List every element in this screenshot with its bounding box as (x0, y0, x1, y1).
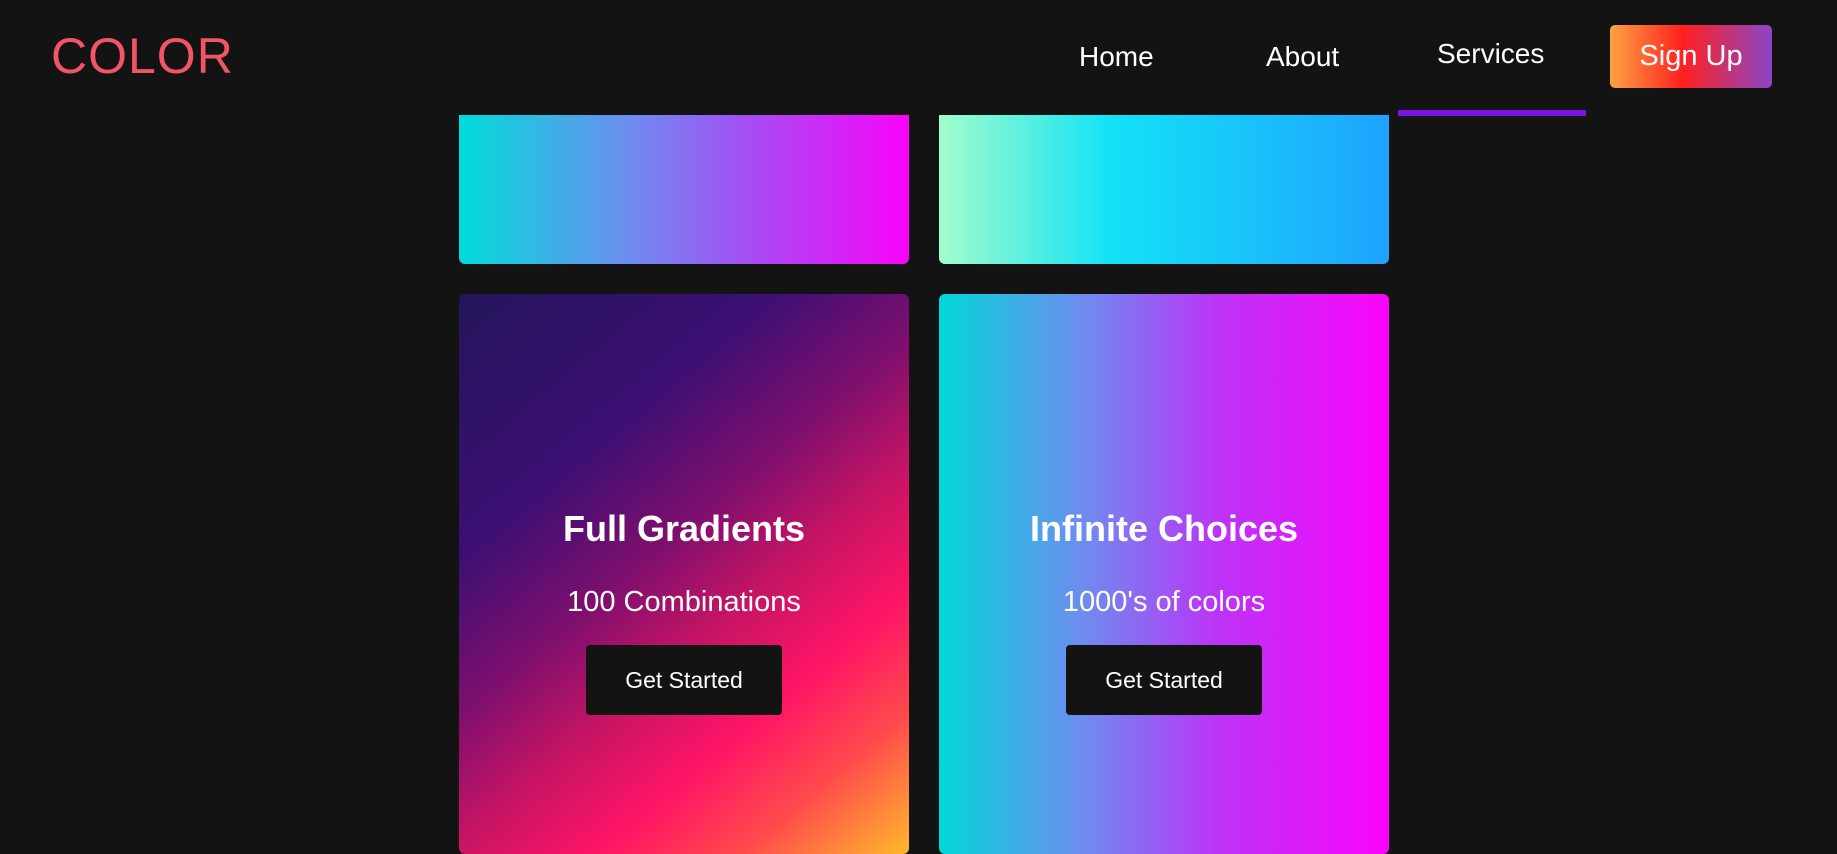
card-title: Full Gradients (562, 508, 806, 549)
card-subtitle: 1000's of colors (1062, 586, 1266, 618)
nav-link-home[interactable]: Home (1079, 40, 1154, 74)
navbar: COLOR Home About Services Sign Up (0, 0, 1837, 116)
active-nav-indicator (1398, 110, 1586, 116)
logo[interactable]: COLOR (51, 27, 234, 85)
get-started-button[interactable]: Get Started (586, 645, 782, 715)
card-infinite-choices: Infinite Choices 1000's of colors Get St… (939, 294, 1389, 854)
nav-link-services[interactable]: Services (1437, 37, 1544, 71)
card-full-gradients: Full Gradients 100 Combinations Get Star… (459, 294, 909, 854)
card-title: Infinite Choices (1029, 508, 1299, 549)
nav-link-about[interactable]: About (1266, 40, 1339, 74)
sign-up-button[interactable]: Sign Up (1610, 25, 1772, 88)
card-subtitle: 100 Combinations (567, 586, 801, 618)
get-started-button[interactable]: Get Started (1066, 645, 1262, 715)
